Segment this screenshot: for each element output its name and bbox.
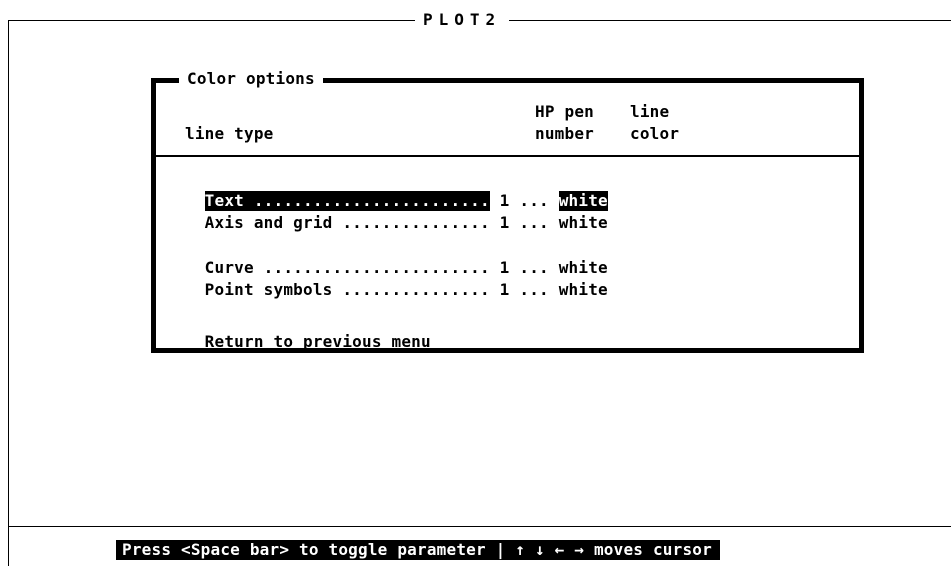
row-label: Point symbols ............... [204,280,490,299]
row-pen: 1 [499,280,510,299]
dialog-title: Color options [179,69,323,89]
row-label: Axis and grid ............... [204,213,490,232]
header-color-bottom: color [630,124,680,143]
row-color: white [558,213,608,232]
row-axis-and-grid[interactable]: Axis and grid ............... 1 ... whit… [185,193,608,233]
header-line-type: line type [185,124,274,143]
row-separator: ... [519,280,549,299]
status-divider [8,526,951,527]
header-pen-bottom: number [535,124,594,143]
row-point-symbols[interactable]: Point symbols ............... 1 ... whit… [185,260,608,300]
return-to-previous-menu[interactable]: Return to previous menu [185,312,431,352]
header-divider [156,155,859,157]
app-title: PLOT2 [415,10,510,30]
row-pen: 1 [499,213,510,232]
row-separator: ... [519,213,549,232]
row-color: white [558,280,608,299]
return-label: Return to previous menu [204,332,431,351]
header-color-top: line [630,102,670,121]
status-bar: Press <Space bar> to toggle parameter | … [116,540,720,560]
header-pen-top: HP pen [535,102,594,121]
